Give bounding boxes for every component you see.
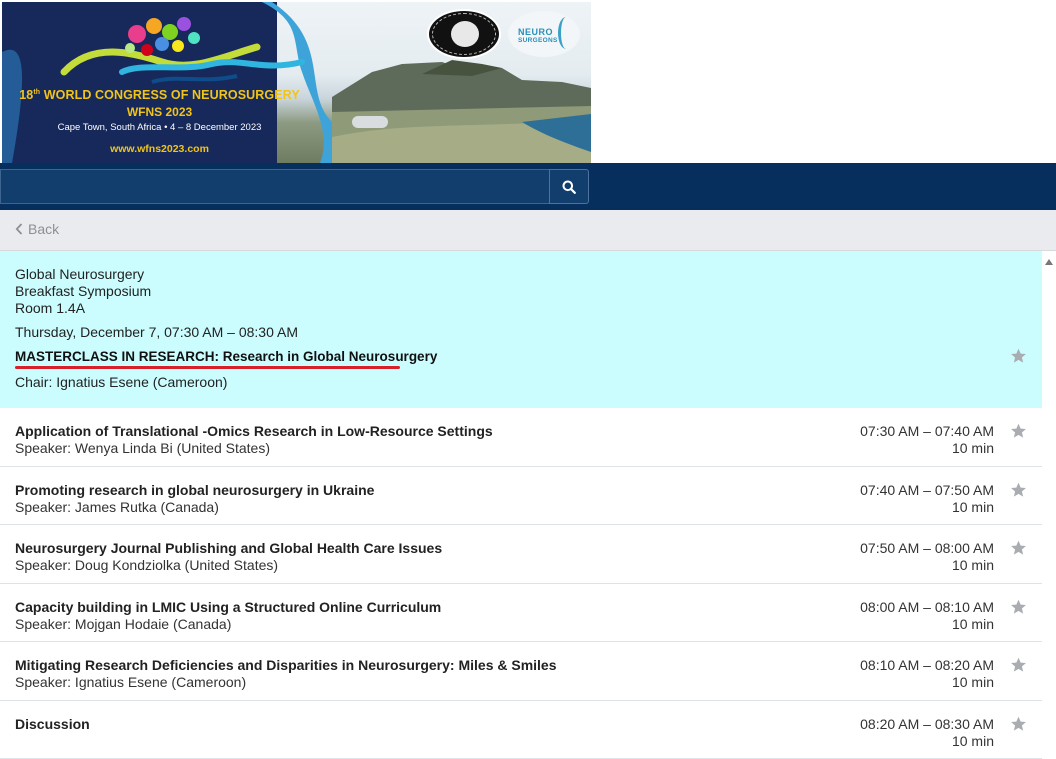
talk-speaker: Speaker: Mojgan Hodaie (Canada): [15, 616, 231, 632]
talk-time: 07:50 AM – 08:00 AM: [860, 540, 994, 556]
talk-time: 07:40 AM – 07:50 AM: [860, 482, 994, 498]
favorite-star-icon[interactable]: [1010, 423, 1027, 439]
talk-time: 08:20 AM – 08:30 AM: [860, 716, 994, 732]
favorite-star-icon[interactable]: [1010, 348, 1027, 364]
talk-list: Application of Translational -Omics Rese…: [0, 408, 1042, 759]
back-label: Back: [28, 221, 59, 237]
search-icon: [562, 180, 576, 194]
session-chair: Chair: Ignatius Esene (Cameroon): [15, 374, 227, 390]
favorite-star-icon[interactable]: [1010, 657, 1027, 673]
congress-title: 18th WORLD CONGRESS OF NEUROSURGERY: [2, 88, 317, 102]
session-header: Global Neurosurgery Breakfast Symposium …: [0, 251, 1042, 408]
talk-speaker: Speaker: James Rutka (Canada): [15, 499, 219, 515]
talk-speaker: Speaker: Doug Kondziolka (United States): [15, 557, 278, 573]
talk-title[interactable]: Discussion: [15, 716, 90, 732]
banner-artwork: [2, 2, 591, 163]
favorite-star-icon[interactable]: [1010, 716, 1027, 732]
talk-title[interactable]: Promoting research in global neurosurger…: [15, 482, 374, 498]
talk-duration: 10 min: [952, 733, 994, 749]
talk-duration: 10 min: [952, 616, 994, 632]
session-title: MASTERCLASS IN RESEARCH: Research in Glo…: [15, 349, 437, 364]
search-bar: [0, 163, 1056, 210]
talk-time: 08:00 AM – 08:10 AM: [860, 599, 994, 615]
talk-title[interactable]: Neurosurgery Journal Publishing and Glob…: [15, 540, 442, 556]
search-input[interactable]: [0, 169, 550, 204]
talk-row[interactable]: Application of Translational -Omics Rese…: [0, 408, 1042, 467]
talk-time: 07:30 AM – 07:40 AM: [860, 423, 994, 439]
talk-row[interactable]: Mitigating Research Deficiencies and Dis…: [0, 642, 1042, 701]
banner: 18th WORLD CONGRESS OF NEUROSURGERY WFNS…: [0, 0, 1056, 163]
talk-duration: 10 min: [952, 674, 994, 690]
back-link[interactable]: Back: [15, 221, 59, 237]
scroll-up-arrow-icon[interactable]: [1045, 259, 1053, 265]
talk-row[interactable]: Neurosurgery Journal Publishing and Glob…: [0, 525, 1042, 584]
session-type: Breakfast Symposium: [15, 283, 151, 299]
favorite-star-icon[interactable]: [1010, 599, 1027, 615]
congress-url: www.wfns2023.com: [2, 143, 317, 155]
talk-row[interactable]: Discussion 08:20 AM – 08:30 AM 10 min: [0, 701, 1042, 759]
talk-row[interactable]: Capacity building in LMIC Using a Struct…: [0, 584, 1042, 643]
congress-location: Cape Town, South Africa • 4 – 8 December…: [2, 122, 317, 133]
talk-title[interactable]: Application of Translational -Omics Rese…: [15, 423, 493, 439]
society-of-neurosurgeons-logo: NEURO SURGEONS: [508, 11, 580, 57]
talk-speaker: Speaker: Ignatius Esene (Cameroon): [15, 674, 246, 690]
session-room: Room 1.4A: [15, 300, 85, 316]
congress-subtitle: WFNS 2023: [2, 105, 317, 119]
chevron-left-icon: [15, 223, 23, 235]
red-underline-annotation: [15, 366, 400, 369]
session-datetime: Thursday, December 7, 07:30 AM – 08:30 A…: [15, 324, 298, 340]
back-bar: Back: [0, 210, 1056, 251]
talk-title[interactable]: Mitigating Research Deficiencies and Dis…: [15, 657, 557, 673]
talk-duration: 10 min: [952, 440, 994, 456]
talk-time: 08:10 AM – 08:20 AM: [860, 657, 994, 673]
session-track: Global Neurosurgery: [15, 266, 144, 282]
scrollbar[interactable]: [1042, 251, 1056, 743]
talk-title[interactable]: Capacity building in LMIC Using a Struct…: [15, 599, 441, 615]
favorite-star-icon[interactable]: [1010, 540, 1027, 556]
talk-duration: 10 min: [952, 557, 994, 573]
talk-speaker: Speaker: Wenya Linda Bi (United States): [15, 440, 270, 456]
favorite-star-icon[interactable]: [1010, 482, 1027, 498]
search-button[interactable]: [549, 169, 589, 204]
congress-banner-image[interactable]: 18th WORLD CONGRESS OF NEUROSURGERY WFNS…: [2, 2, 591, 163]
wfns-logo: [427, 9, 501, 59]
talk-row[interactable]: Promoting research in global neurosurger…: [0, 467, 1042, 526]
talk-duration: 10 min: [952, 499, 994, 515]
